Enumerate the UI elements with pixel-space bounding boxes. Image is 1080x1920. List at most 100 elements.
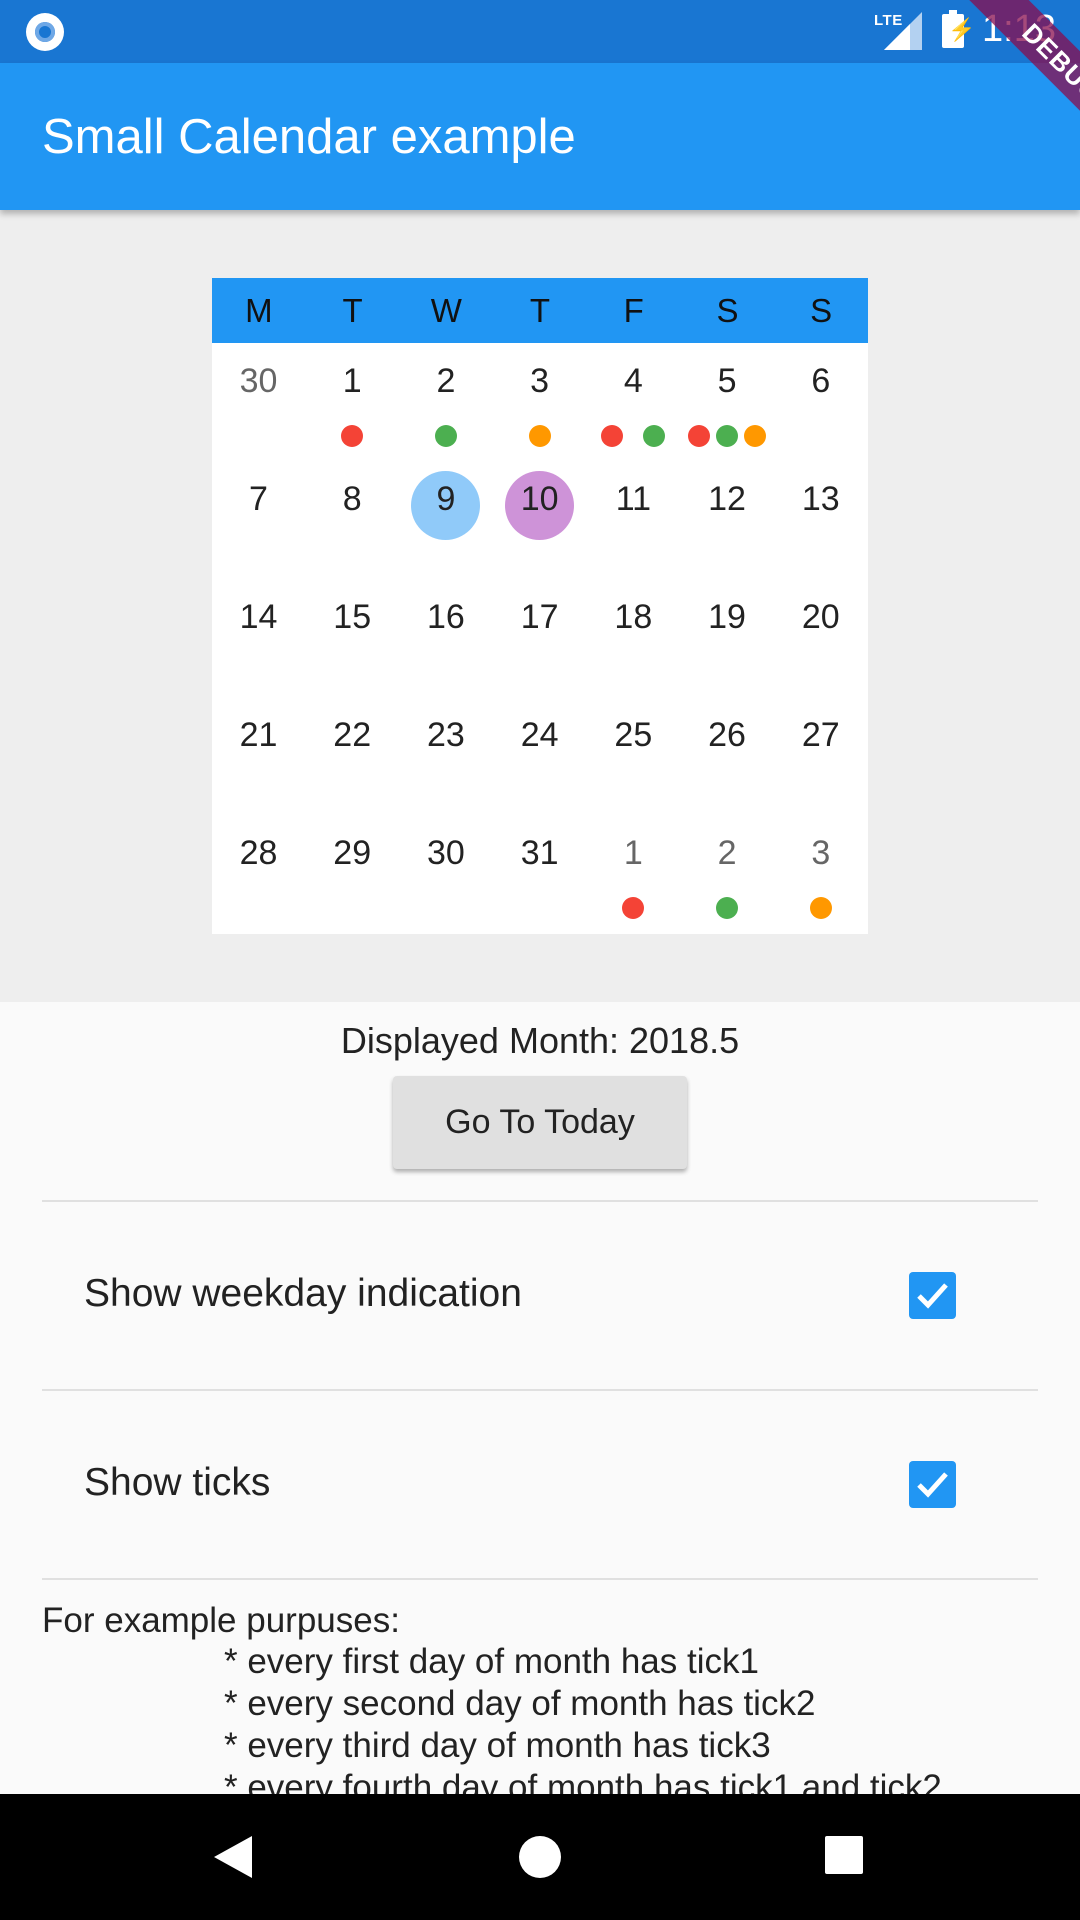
day-number: 21 [239,716,278,754]
tick-indicators [493,425,586,447]
day-number: 2 [436,362,456,400]
day-number: 4 [623,362,643,400]
weekday-label: F [623,292,644,329]
calendar-day[interactable]: 15 [306,579,399,697]
weekday-header: MTWTFSS [212,278,868,343]
calendar-day[interactable]: 6 [774,343,867,461]
example-heading: For example purpuses: [42,1601,400,1640]
day-number: 16 [427,598,465,636]
day-number: 13 [801,480,840,518]
day-number: 20 [801,598,840,636]
calendar-day[interactable]: 4 [587,343,680,461]
home-icon[interactable] [519,1836,561,1878]
example-line: * every second day of month has tick2 [224,1684,816,1723]
day-number: 8 [342,480,362,518]
day-number: 23 [427,716,465,754]
day-number: 24 [520,716,559,754]
calendar-day[interactable]: 24 [493,697,586,815]
day-number: 30 [427,834,465,872]
calendar-day[interactable]: 27 [774,697,867,815]
back-icon[interactable] [214,1836,252,1878]
calendar-day[interactable]: 1 [587,815,680,933]
example-line: * every third day of month has tick3 [224,1726,771,1765]
calendar-day[interactable]: 16 [399,579,492,697]
day-number: 29 [333,834,372,872]
calendar-day[interactable]: 19 [681,579,774,697]
calendar-day[interactable]: 17 [493,579,586,697]
divider [42,1578,1038,1580]
weekday-label: T [529,292,551,329]
calendar-day[interactable]: 3 [493,343,586,461]
charging-bolt-icon: ⚡ [948,17,976,42]
app-notification-icon [26,13,64,51]
day-number: 18 [614,598,653,636]
weekday-label: M [245,292,273,329]
recents-icon[interactable] [825,1836,863,1874]
day-number: 28 [239,834,278,872]
tick1-dot [601,425,624,447]
example-line: * every first day of month has tick1 [224,1642,759,1681]
status-bar: LTE ⚡ 1:13 [0,0,1080,63]
calendar-day[interactable]: 23 [399,697,492,815]
tick1-dot [622,897,645,919]
calendar-day[interactable]: 18 [587,579,680,697]
day-number: 30 [239,362,278,400]
day-number: 19 [708,598,746,636]
app-bar: Small Calendar example [0,63,1080,210]
calendar-day[interactable]: 29 [306,815,399,933]
calendar-day[interactable]: 7 [212,461,305,579]
day-number: 1 [342,362,362,400]
status-time: 1:13 [982,8,1056,50]
calendar-day-selected[interactable]: 10 [493,461,586,579]
calendar-day[interactable]: 3 [774,815,867,933]
displayed-month: Displayed Month: 2018.5 [340,1020,740,1061]
tick-indicators [587,425,680,447]
day-number: 2 [717,834,737,872]
day-number: 31 [520,834,559,872]
day-grid: 30 1 2 3 4 5 6 7 8 9 10 11 12 13 14 15 16 17 18 19 20 21 22 23 2… [212,343,868,934]
weekday-label: S [810,292,833,329]
calendar-day[interactable]: 11 [587,461,680,579]
calendar-day[interactable]: 30 [212,343,305,461]
calendar-day[interactable]: 20 [774,579,867,697]
day-number: 3 [811,834,831,872]
navigation-bar [0,1794,1080,1920]
day-number: 26 [708,716,746,754]
calendar-day[interactable]: 26 [681,697,774,815]
tick-indicators [774,897,867,919]
calendar-day[interactable]: 5 [681,343,774,461]
calendar-day[interactable]: 1 [306,343,399,461]
calendar-day[interactable]: 21 [212,697,305,815]
day-number: 6 [811,362,831,400]
tick3-dot [744,425,767,447]
calendar-day[interactable]: 13 [774,461,867,579]
calendar-day[interactable]: 22 [306,697,399,815]
calendar-day[interactable]: 31 [493,815,586,933]
day-number: 17 [520,598,559,636]
tick-indicators [681,425,774,447]
go-to-today-button[interactable]: Go To Today [393,1076,687,1169]
day-number: 25 [614,716,653,754]
day-number: 7 [249,480,268,518]
tick-indicators [399,425,492,447]
weekday-label: W [430,292,462,329]
calendar-day[interactable]: 12 [681,461,774,579]
tick-indicators [681,897,774,919]
day-number: 27 [801,716,840,754]
calendar-day[interactable]: 2 [399,343,492,461]
checkmark-icon [917,1472,948,1498]
show-ticks-checkbox[interactable] [909,1461,956,1508]
calendar-day-today[interactable]: 9 [399,461,492,579]
calendar-day[interactable]: 8 [306,461,399,579]
page-title: Small Calendar example [42,110,576,164]
day-number: 10 [520,480,559,518]
calendar-day[interactable]: 25 [587,697,680,815]
calendar-day[interactable]: 30 [399,815,492,933]
calendar-day[interactable]: 2 [681,815,774,933]
calendar-day[interactable]: 14 [212,579,305,697]
calendar-day[interactable]: 28 [212,815,305,933]
tick1-dot [341,425,364,447]
tick3-dot [809,897,832,919]
day-number: 5 [717,362,737,400]
show-weekday-indication-checkbox[interactable] [909,1272,956,1319]
